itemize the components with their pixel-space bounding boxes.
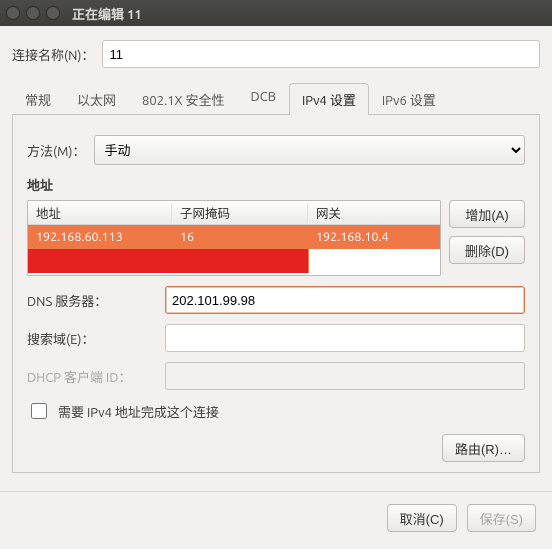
dhcp-client-input bbox=[165, 362, 525, 390]
require-ipv4-label: 需要 IPv4 地址完成这个连接 bbox=[58, 402, 219, 421]
search-domain-input[interactable] bbox=[165, 324, 525, 352]
dhcp-client-label: DHCP 客户端 ID： bbox=[27, 367, 155, 386]
require-ipv4-row: 需要 IPv4 地址完成这个连接 bbox=[27, 400, 525, 422]
dialog-footer: 取消(C) 保存(S) bbox=[0, 491, 552, 544]
search-domain-label: 搜索域(E)： bbox=[27, 329, 155, 348]
tab-dcb[interactable]: DCB bbox=[238, 83, 289, 115]
connection-name-row: 连接名称(N)： bbox=[12, 40, 540, 68]
table-row-editing[interactable] bbox=[28, 249, 440, 273]
search-domain-row: 搜索域(E)： bbox=[27, 324, 525, 352]
tab-general[interactable]: 常规 bbox=[12, 83, 64, 115]
cancel-button[interactable]: 取消(C) bbox=[387, 504, 457, 532]
dns-label: DNS 服务器： bbox=[27, 291, 155, 310]
tab-ipv6[interactable]: IPv6 设置 bbox=[369, 83, 449, 115]
connection-name-input[interactable] bbox=[102, 40, 540, 68]
add-button[interactable]: 增加(A) bbox=[449, 200, 525, 228]
dns-row: DNS 服务器： bbox=[27, 286, 525, 314]
titlebar: 正在编辑 11 bbox=[0, 0, 552, 26]
table-row[interactable]: 192.168.60.113 16 192.168.10.4 bbox=[28, 225, 440, 249]
cell-address: 192.168.60.113 bbox=[28, 230, 172, 244]
addresses-table[interactable]: 地址 子网掩码 网关 192.168.60.113 16 192.168.10.… bbox=[27, 200, 441, 276]
method-select[interactable]: 手动 bbox=[94, 135, 526, 165]
cell-netmask: 16 bbox=[172, 230, 308, 244]
edit-highlight bbox=[28, 249, 308, 273]
addresses-title: 地址 bbox=[27, 175, 525, 194]
tab-ethernet[interactable]: 以太网 bbox=[64, 83, 129, 115]
ipv4-panel: 方法(M)： 手动 地址 地址 子网掩码 网关 192.168.60.113 1… bbox=[12, 115, 540, 473]
addresses-header: 地址 子网掩码 网关 bbox=[28, 201, 440, 225]
method-row: 方法(M)： 手动 bbox=[27, 135, 525, 165]
tab-8021x[interactable]: 802.1X 安全性 bbox=[129, 83, 238, 115]
col-netmask[interactable]: 子网掩码 bbox=[172, 203, 308, 222]
delete-button[interactable]: 删除(D) bbox=[449, 236, 525, 264]
routes-button[interactable]: 路由(R)… bbox=[442, 434, 525, 462]
col-address[interactable]: 地址 bbox=[28, 203, 172, 222]
tabs: 常规 以太网 802.1X 安全性 DCB IPv4 设置 IPv6 设置 bbox=[12, 82, 540, 115]
tab-ipv4[interactable]: IPv4 设置 bbox=[289, 83, 369, 115]
close-icon[interactable] bbox=[6, 6, 20, 20]
connection-name-label: 连接名称(N)： bbox=[12, 45, 94, 64]
require-ipv4-checkbox[interactable] bbox=[31, 403, 47, 419]
maximize-icon[interactable] bbox=[46, 6, 60, 20]
dns-input[interactable] bbox=[165, 286, 525, 314]
window-title: 正在编辑 11 bbox=[72, 4, 142, 23]
dhcp-client-row: DHCP 客户端 ID： bbox=[27, 362, 525, 390]
save-button[interactable]: 保存(S) bbox=[467, 504, 536, 532]
edit-cell[interactable] bbox=[308, 249, 440, 273]
col-gateway[interactable]: 网关 bbox=[308, 203, 440, 222]
cell-gateway: 192.168.10.4 bbox=[308, 230, 440, 244]
method-label: 方法(M)： bbox=[27, 141, 86, 160]
minimize-icon[interactable] bbox=[26, 6, 40, 20]
